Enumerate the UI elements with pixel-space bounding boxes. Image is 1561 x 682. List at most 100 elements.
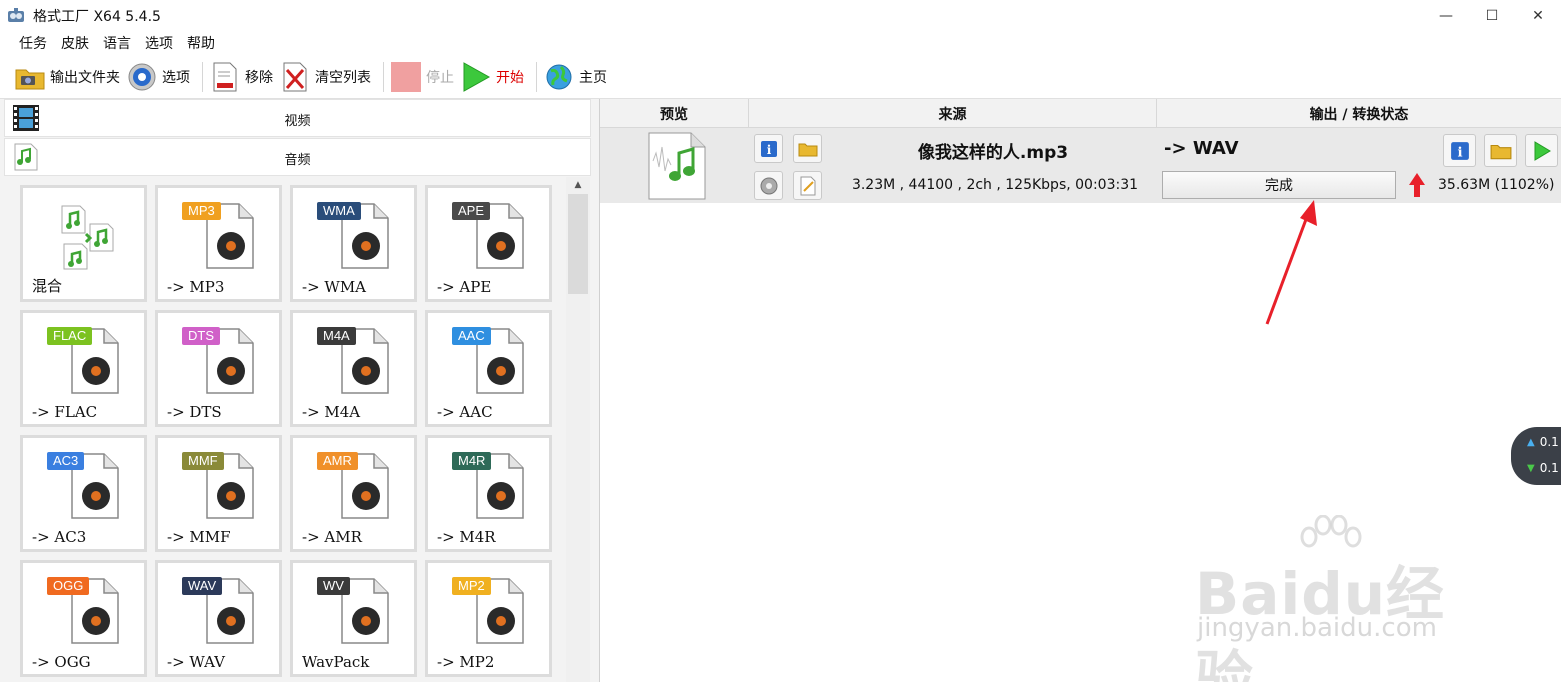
format-tile[interactable]: APE -> APE [425,185,552,302]
format-tile[interactable]: FLAC -> FLAC [20,310,147,427]
format-tile[interactable]: MP3 -> MP3 [155,185,282,302]
source-folder-button[interactable] [793,134,822,163]
home-button[interactable]: 主页 [543,59,613,95]
format-tile[interactable]: AC3 -> AC3 [20,435,147,552]
play-icon [460,61,492,93]
minimize-button[interactable]: — [1423,0,1469,31]
task-row[interactable]: i 像我这样的人.mp3 3.23M , 44100 , 2ch , 125Kb… [600,128,1561,203]
format-tile-label: -> WAV [167,653,225,671]
output-folder-button[interactable] [1484,134,1517,167]
window-controls: — ☐ ✕ [1423,0,1561,31]
format-badge: OGG [47,577,90,595]
format-tile[interactable]: MP2 -> MP2 [425,560,552,677]
mix-audio-icon [61,205,114,270]
window-title: 格式工厂 X64 5.4.5 [33,8,161,25]
source-edit-button[interactable] [793,171,822,200]
output-info-button[interactable]: i [1443,134,1476,167]
start-button[interactable]: 开始 [460,59,530,95]
app-icon [8,7,24,22]
conversion-status-button[interactable]: 完成 [1162,171,1396,199]
format-badge: WV [317,577,350,595]
format-tile-label: -> M4A [302,403,361,421]
format-tile[interactable]: WMA -> WMA [290,185,417,302]
output-folder-button[interactable]: 输出文件夹 [14,59,126,95]
source-filename: 像我这样的人.mp3 [917,143,1069,163]
maximize-button[interactable]: ☐ [1469,0,1515,31]
upload-speed-value: 0.1 [1539,435,1559,449]
format-tile[interactable]: MMF -> MMF [155,435,282,552]
task-table-header: 预览 来源 输出 / 转换状态 [600,99,1561,128]
category-audio[interactable]: 音频 [4,138,591,176]
folder-icon [1490,144,1511,159]
play-output-button[interactable] [1525,134,1558,167]
source-info-button[interactable]: i [754,134,783,163]
toolbar: 输出文件夹 选项 移除 清空列表 停止 开始 主页 [0,55,1561,99]
app-window: 格式工厂 X64 5.4.5 — ☐ ✕ 任务 皮肤 语言 选项 帮助 输出文件… [0,0,1561,682]
format-tile-label: -> DTS [167,403,222,421]
format-badge: FLAC [47,327,93,345]
folder-icon [798,143,817,156]
options-button[interactable]: 选项 [126,59,196,95]
format-tile-label: -> AAC [437,403,493,421]
format-badge: M4R [452,452,492,470]
clear-list-icon [279,61,311,93]
format-tile-label: WavPack [302,653,370,671]
toolbar-separator [536,61,537,92]
toolbar-separator [202,61,203,92]
svg-text:i: i [766,143,771,157]
panel-splitter[interactable] [592,99,600,682]
header-preview[interactable]: 预览 [600,99,749,128]
close-button[interactable]: ✕ [1515,0,1561,31]
remove-label: 移除 [245,69,273,86]
network-speed-widget[interactable]: ▲ 0.1 ▼ 0.1 [1511,427,1561,485]
stop-button[interactable]: 停止 [390,59,460,95]
menu-options[interactable]: 选项 [138,33,180,53]
format-tile[interactable]: OGG -> OGG [20,560,147,677]
format-badge: MMF [182,452,224,470]
menu-skin[interactable]: 皮肤 [54,33,96,53]
format-tile[interactable]: 混合 [20,185,147,302]
menu-help[interactable]: 帮助 [180,33,222,53]
format-tile-label: -> MMF [167,528,231,546]
header-source[interactable]: 来源 [749,99,1157,128]
remove-button[interactable]: 移除 [209,59,279,95]
format-tile[interactable]: WAV -> WAV [155,560,282,677]
format-badge: AC3 [47,452,85,470]
clear-list-label: 清空列表 [315,69,371,86]
format-tile[interactable]: DTS -> DTS [155,310,282,427]
category-video[interactable]: 视频 [4,99,591,137]
scroll-thumb[interactable] [568,194,588,294]
output-size: 35.63M (1102%) [1438,177,1555,193]
source-file-info: 3.23M , 44100 , 2ch , 125Kbps, 00:03:31 [851,177,1139,193]
format-badge: AAC [452,327,491,345]
format-badge: WAV [182,577,223,595]
format-tile-label: -> APE [437,278,492,296]
format-tile[interactable]: M4A -> M4A [290,310,417,427]
clear-list-button[interactable]: 清空列表 [279,59,377,95]
menu-language[interactable]: 语言 [96,33,138,53]
format-tile[interactable]: AMR -> AMR [290,435,417,552]
format-tile-label: 混合 [32,277,63,295]
format-tile-label: -> MP2 [437,653,495,671]
info-icon: i [760,140,777,157]
svg-text:i: i [1457,144,1462,160]
scroll-up-icon[interactable]: ▲ [566,177,590,193]
format-tile[interactable]: WV WavPack [290,560,417,677]
menu-task[interactable]: 任务 [12,33,54,53]
format-scrollbar[interactable]: ▲ [566,177,590,682]
format-badge: WMA [317,202,361,220]
format-badge: AMR [317,452,358,470]
upload-speed: ▲ 0.1 [1527,435,1559,449]
start-label: 开始 [496,69,524,86]
format-tile[interactable]: M4R -> M4R [425,435,552,552]
category-video-label: 视频 [284,114,311,129]
header-output[interactable]: 输出 / 转换状态 [1157,99,1561,128]
format-tile[interactable]: AAC -> AAC [425,310,552,427]
stop-label: 停止 [426,69,454,86]
format-tile-label: -> WMA [302,278,367,296]
play-icon [1534,140,1551,161]
format-tile-label: -> M4R [437,528,496,546]
source-settings-button[interactable] [754,171,783,200]
output-folder-label: 输出文件夹 [50,69,120,86]
annotation-arrow [1265,200,1317,325]
